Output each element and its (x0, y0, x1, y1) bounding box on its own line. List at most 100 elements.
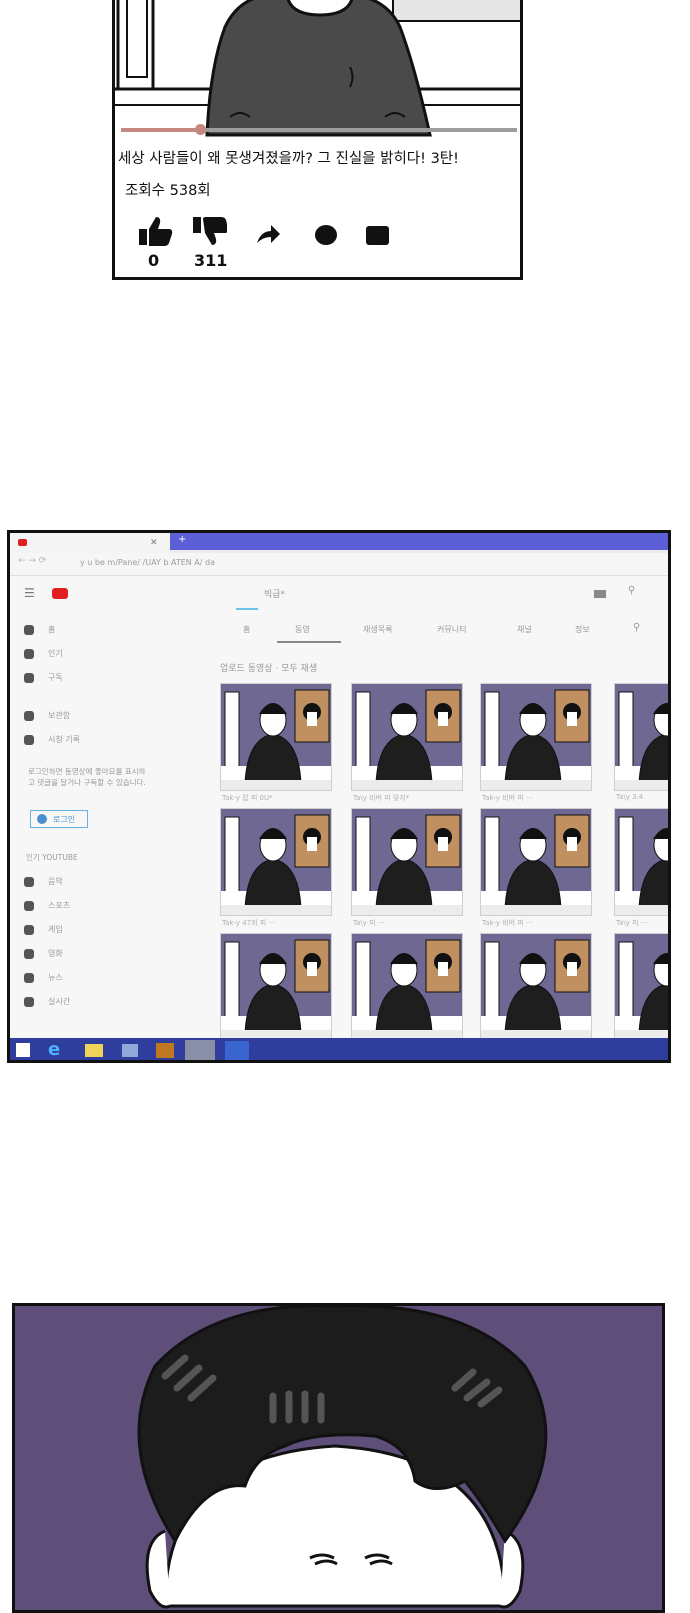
library-icon (24, 710, 34, 721)
sidebar-section-title: 인기 YOUTUBE (26, 853, 78, 862)
channel-search-icon[interactable]: ⚲ (633, 622, 640, 633)
sidebar-login-note: 로그인하면 동영상에 좋아요를 표시하고 댓글을 달거나 구독할 수 있습니다. (28, 767, 146, 787)
home-icon (24, 624, 34, 635)
video-scene (115, 0, 520, 140)
sidebar-item-music[interactable]: 음악 (24, 876, 63, 892)
video-player-panel: 세상 사람들이 왜 못생겨졌을까? 그 진실을 밝히다! 3탄! 조회수 538… (112, 0, 523, 280)
menu-icon[interactable]: ☰ (24, 586, 35, 600)
video-thumbnail[interactable] (351, 933, 463, 1041)
action-bar: 0 311 (115, 213, 520, 273)
tab-home[interactable]: 홈 (243, 624, 250, 635)
sidebar-item-sports[interactable]: 스포츠 (24, 900, 70, 916)
video-thumbnail[interactable] (480, 808, 592, 916)
sidebar-item-news[interactable]: 뉴스 (24, 972, 63, 988)
ie-browser-icon[interactable]: e (48, 1039, 60, 1060)
video-camera-icon[interactable] (594, 590, 606, 598)
browser-screenshot-panel: ✕ + ← → ⟳ y u be m/Pane/ /UAY b ATEN A/ … (7, 530, 671, 1063)
video-thumbnail-title[interactable]: Ta\y 3.4 (616, 793, 643, 801)
channel-tabs: 홈 동영 재생목록 커뮤니티 채널 정보 ⚲ (235, 619, 665, 643)
taskbar-item[interactable] (225, 1041, 249, 1060)
subscriptions-icon (24, 672, 34, 683)
thumbnail-image (221, 934, 331, 1040)
video-thumbnail[interactable] (220, 933, 332, 1041)
browser-tab[interactable]: ✕ (10, 533, 170, 553)
sidebar-item-library[interactable]: 보관함 (24, 710, 70, 726)
circle-icon[interactable] (313, 223, 339, 247)
video-thumbnail-title[interactable]: Tak-y 47회 피 ··· (222, 918, 275, 928)
thumbnail-image (615, 684, 668, 790)
search-text[interactable]: 빅급* (264, 587, 285, 600)
character-face (137, 1306, 548, 1609)
sidebar-item-movies[interactable]: 영화 (24, 948, 63, 964)
tab-active-underline (277, 641, 341, 643)
video-thumbnail-title[interactable]: Tak-y 비버 피 ··· (482, 918, 533, 928)
video-title: 세상 사람들이 왜 못생겨졌을까? 그 진실을 밝히다! 3탄! (118, 151, 459, 167)
video-thumbnail-title[interactable]: Tak-y 잡 피 0U* (222, 793, 273, 803)
tab-playlists[interactable]: 재생목록 (363, 624, 392, 635)
new-tab-icon[interactable]: + (178, 534, 186, 545)
folder-icon[interactable] (85, 1044, 103, 1057)
login-button[interactable]: 로그인 (30, 810, 88, 828)
sidebar-item-gaming[interactable]: 게임 (24, 924, 63, 940)
progress-knob[interactable] (195, 124, 206, 135)
app-icon[interactable] (156, 1043, 174, 1058)
youtube-favicon-icon (18, 539, 27, 546)
video-thumbnail[interactable] (220, 683, 332, 791)
url-text: y u be m/Pane/ /UAY b ATEN A/ da (80, 558, 215, 567)
account-icon (37, 814, 47, 824)
thumbnail-image (221, 809, 331, 915)
tab-close-icon[interactable]: ✕ (150, 533, 158, 553)
thumbnail-image (481, 809, 591, 915)
thumbs-down-icon[interactable] (191, 217, 227, 249)
thumbnail-image (481, 934, 591, 1040)
dislike-count: 311 (194, 251, 228, 270)
video-thumbnail-title[interactable]: Ta\y 비버 피 맞지* (353, 793, 409, 803)
tab-about[interactable]: 정보 (575, 624, 590, 635)
tab-videos[interactable]: 동영 (295, 624, 310, 635)
live-icon (24, 996, 34, 1007)
sidebar: 홈 인기 구독 보관함 시청 기록 로그인하면 동영상에 좋아요를 표시하고 댓… (10, 614, 210, 1034)
video-thumbnail[interactable] (614, 808, 668, 916)
video-thumbnail[interactable] (351, 808, 463, 916)
video-thumbnail-title[interactable]: Tak-y 비버 피 ··· (482, 793, 533, 803)
video-thumbnail-title[interactable]: Ta\y 피 ··· (353, 918, 384, 928)
sidebar-item-subscriptions[interactable]: 구독 (24, 672, 63, 688)
tab-community[interactable]: 커뮤니티 (437, 624, 466, 635)
window-app-icon[interactable] (122, 1044, 138, 1057)
thumbnail-image (615, 934, 668, 1040)
video-thumbnail[interactable] (480, 933, 592, 1041)
square-icon[interactable] (365, 225, 391, 247)
news-icon (24, 972, 34, 983)
sidebar-item-trending[interactable]: 인기 (24, 648, 63, 664)
windows-start-icon[interactable] (16, 1043, 30, 1057)
nav-buttons-icon[interactable]: ← → ⟳ (18, 556, 46, 566)
history-icon (24, 734, 34, 745)
youtube-header: ☰ 빅급* ⚲ (10, 576, 668, 614)
gaming-icon (24, 924, 34, 935)
search-underline (236, 608, 258, 610)
new-tab-area[interactable]: + (170, 533, 668, 550)
music-icon (24, 876, 34, 887)
tab-channels[interactable]: 채널 (517, 624, 532, 635)
youtube-logo-icon[interactable] (52, 588, 68, 599)
closeup-face-panel (12, 1303, 665, 1613)
sidebar-item-live[interactable]: 실시간 (24, 996, 70, 1012)
sidebar-item-home[interactable]: 홈 (24, 624, 55, 640)
flame-icon (24, 648, 34, 659)
address-bar[interactable]: ← → ⟳ y u be m/Pane/ /UAY b ATEN A/ da (10, 553, 668, 576)
search-icon[interactable]: ⚲ (628, 585, 635, 596)
video-thumbnail-title[interactable]: Ta\y 피 ··· (616, 918, 647, 928)
taskbar-slot[interactable] (185, 1040, 215, 1060)
video-thumbnail[interactable] (220, 808, 332, 916)
video-thumbnail[interactable] (614, 683, 668, 791)
thumbs-up-icon[interactable] (137, 215, 173, 247)
video-thumbnail[interactable] (614, 933, 668, 1041)
like-count: 0 (148, 251, 160, 270)
video-thumbnail[interactable] (351, 683, 463, 791)
sidebar-item-history[interactable]: 시청 기록 (24, 734, 80, 750)
grid-title: 업로드 동영상 · 모두 재생 (220, 664, 318, 674)
view-count: 조회수 538회 (125, 183, 211, 199)
movies-icon (24, 948, 34, 959)
share-icon[interactable] (255, 223, 281, 245)
video-thumbnail[interactable] (480, 683, 592, 791)
